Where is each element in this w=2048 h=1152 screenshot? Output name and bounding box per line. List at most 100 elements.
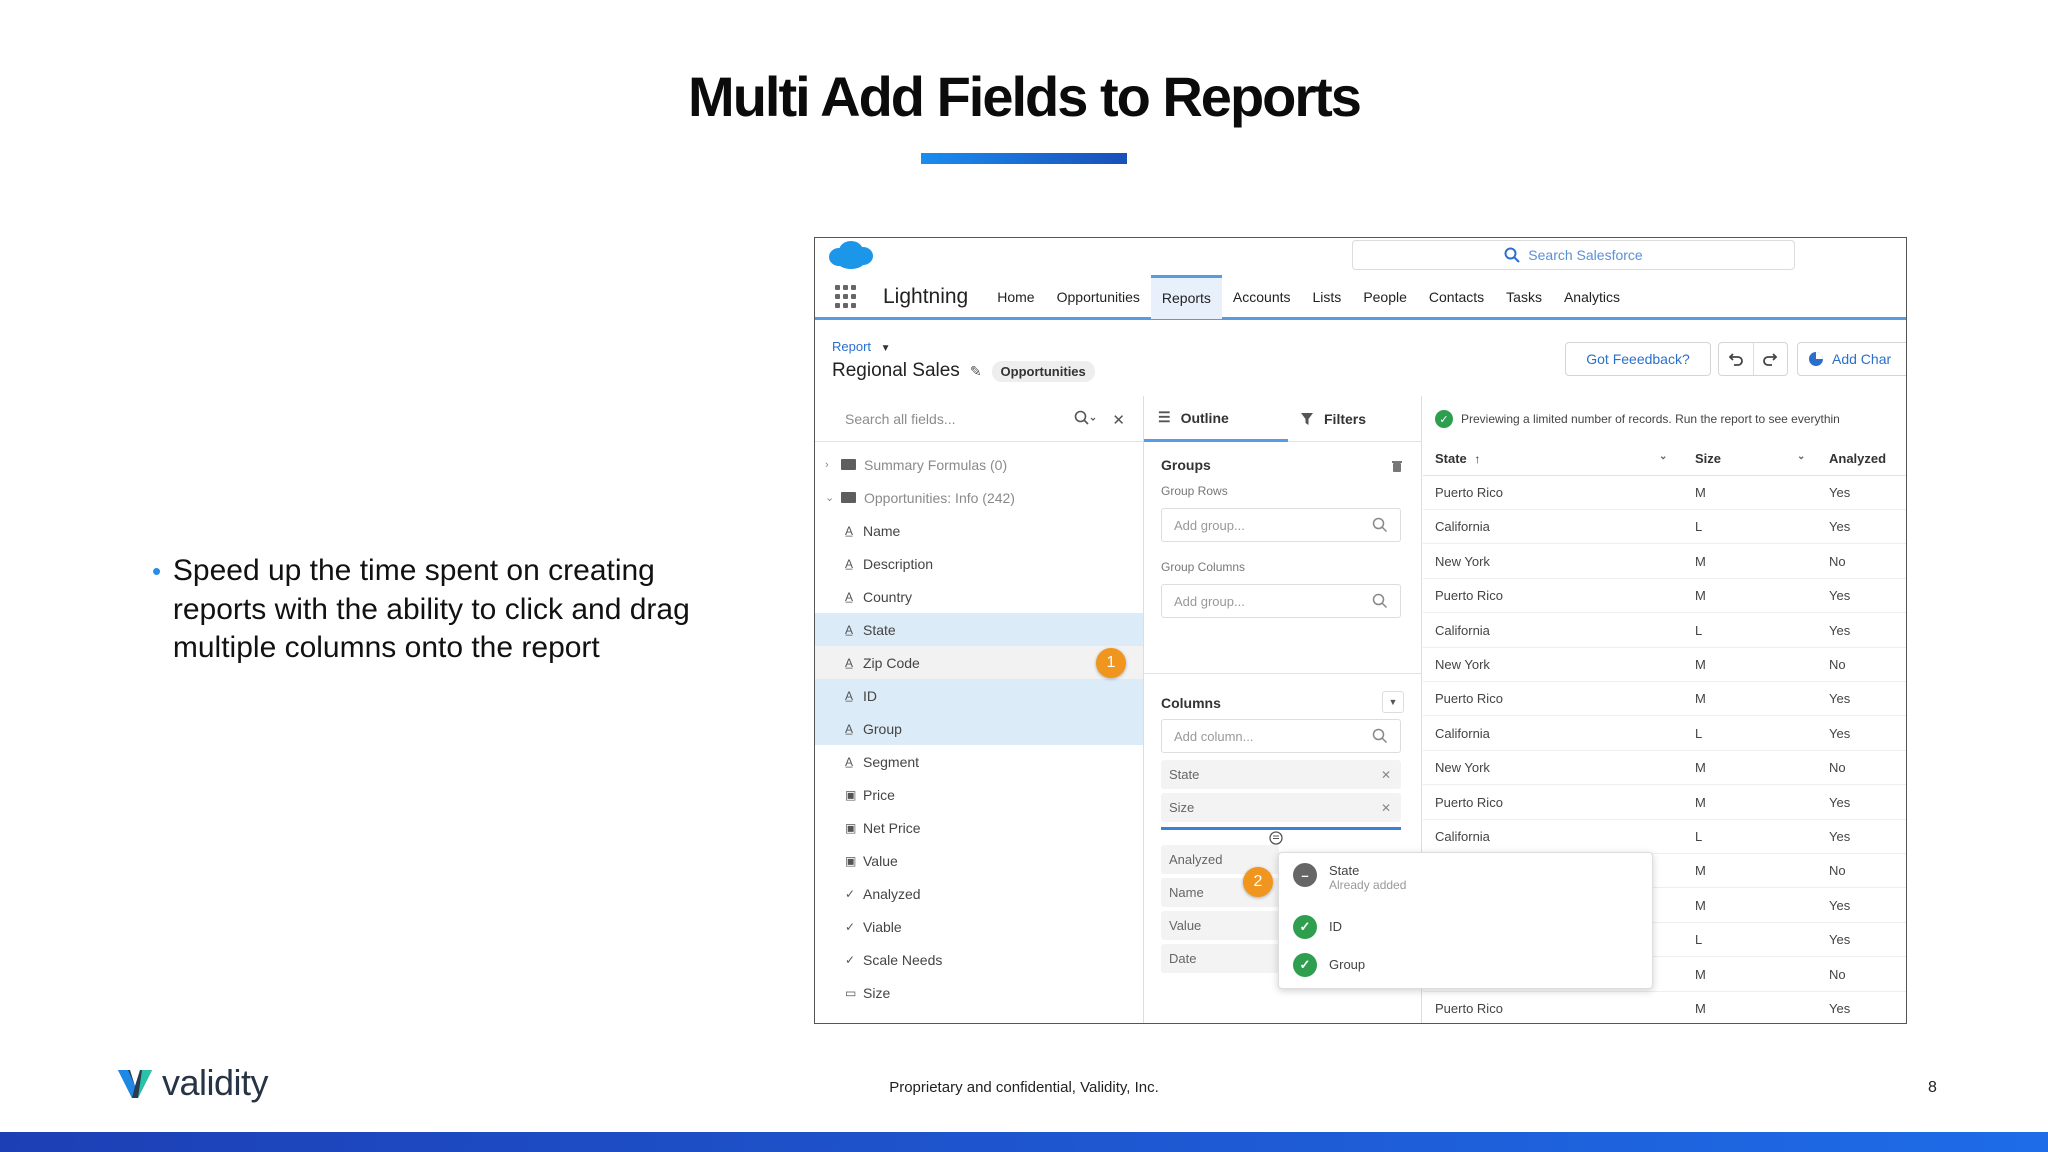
column-header-analyzed[interactable]: Analyzed (1829, 451, 1886, 466)
edit-pencil-icon[interactable]: ✎ (970, 363, 982, 380)
column-header-size[interactable]: Size (1695, 451, 1721, 466)
feedback-button[interactable]: Got Feeedback? (1565, 342, 1711, 376)
table-row: Puerto Rico M Yes (1423, 786, 1906, 820)
add-column-input[interactable]: Add column... (1161, 719, 1401, 753)
nav-item-opportunities[interactable]: Opportunities (1046, 275, 1151, 319)
field-item-state[interactable]: A̲ State (815, 613, 1143, 646)
cell-size: M (1695, 794, 1706, 810)
column-pill-state[interactable]: State ✕ (1161, 760, 1401, 789)
check-circle-icon: ✓ (1293, 953, 1317, 977)
popover-item-group: ✓ Group (1293, 953, 1365, 977)
nav-item-reports[interactable]: Reports (1150, 274, 1222, 319)
field-item-id[interactable]: A̲ ID (815, 679, 1143, 712)
column-pill-size[interactable]: Size ✕ (1161, 793, 1401, 822)
report-name: Regional Sales (832, 360, 960, 381)
group-columns-label: Group Columns (1161, 560, 1246, 574)
field-item-size[interactable]: ▭ Size (815, 976, 1143, 1009)
nav-item-accounts[interactable]: Accounts (1222, 275, 1302, 319)
field-search-input[interactable]: Search all fields... ✕ (815, 396, 1143, 442)
cell-state: California (1435, 622, 1490, 638)
field-item-zip-code[interactable]: A̲ Zip Code (815, 646, 1143, 679)
folder-icon (841, 492, 856, 503)
sort-up-icon: ↑ (1474, 452, 1481, 466)
text-icon: A̲ (845, 556, 854, 571)
folder-summary-formulas[interactable]: › Summary Formulas (0) (815, 448, 1143, 481)
search-icon[interactable] (1074, 410, 1096, 429)
columns-heading: Columns (1161, 695, 1221, 711)
chevron-down-icon[interactable]: ⌄ (1659, 451, 1667, 462)
nav-item-home[interactable]: Home (986, 275, 1045, 319)
drag-cursor-icon (1269, 831, 1283, 845)
search-icon (1372, 593, 1388, 609)
cell-state: New York (1435, 760, 1490, 776)
table-header: State ↑ ⌄ Size ⌄ Analyzed (1423, 442, 1906, 476)
nav-item-tasks[interactable]: Tasks (1495, 275, 1553, 319)
cell-analyzed: Yes (1829, 794, 1851, 810)
app-launcher-icon[interactable] (835, 284, 859, 309)
folder-opportunities-info[interactable]: ⌄ Opportunities: Info (242) (815, 481, 1143, 514)
field-item-segment[interactable]: A̲ Segment (815, 745, 1143, 778)
cell-size: M (1695, 553, 1706, 569)
section-divider (1144, 673, 1422, 674)
text-icon: A̲ (845, 622, 854, 637)
field-item-viable[interactable]: ✓ Viable (815, 910, 1143, 943)
app-name: Lightning (883, 284, 969, 308)
text-icon: A̲ (845, 754, 854, 769)
cell-state: Puerto Rico (1435, 1001, 1503, 1016)
redo-icon[interactable] (1754, 343, 1788, 375)
cell-analyzed: Yes (1829, 1001, 1851, 1016)
column-header-state[interactable]: State ↑ (1435, 451, 1480, 466)
cell-analyzed: No (1829, 553, 1846, 569)
check-circle-icon: ✓ (1293, 915, 1317, 939)
clear-icon[interactable]: ✕ (1112, 411, 1125, 429)
cell-size: L (1695, 519, 1703, 535)
nav-item-contacts[interactable]: Contacts (1418, 275, 1495, 319)
cell-state: California (1435, 829, 1490, 844)
minus-circle-icon: – (1293, 863, 1317, 887)
step-badge-1: 1 (1096, 648, 1126, 678)
field-item-price[interactable]: ▣ Price (815, 778, 1143, 811)
columns-menu-chevron-icon[interactable]: ▼ (1382, 691, 1404, 713)
report-breadcrumb[interactable]: Report ▼ (832, 339, 891, 354)
cell-analyzed: Yes (1829, 897, 1851, 913)
report-builder-screenshot: Search Salesforce Lightning Home Opportu… (814, 237, 1907, 1024)
group-columns-input[interactable]: Add group... (1161, 584, 1401, 618)
global-search-input[interactable]: Search Salesforce (1352, 240, 1795, 270)
remove-icon[interactable]: ✕ (1381, 801, 1391, 815)
add-chart-button[interactable]: Add Char (1797, 342, 1906, 376)
nav-bar: Lightning Home Opportunities Reports Acc… (815, 274, 1906, 320)
field-search-placeholder: Search all fields... (845, 410, 956, 427)
checkbox-icon: ✓ (845, 886, 856, 901)
report-type-pill: Opportunities (991, 360, 1095, 382)
tab-filters[interactable]: Filters (1288, 396, 1366, 442)
cell-analyzed: Yes (1829, 485, 1851, 500)
nav-item-lists[interactable]: Lists (1302, 275, 1353, 319)
tab-outline[interactable]: ☰ Outline (1144, 396, 1288, 442)
number-icon: ▣ (845, 820, 857, 835)
cell-state: New York (1435, 657, 1490, 672)
field-item-analyzed[interactable]: ✓ Analyzed (815, 877, 1143, 910)
text-icon: A̲ (845, 721, 854, 736)
cell-state: Puerto Rico (1435, 588, 1503, 604)
field-item-value[interactable]: ▣ Value (815, 844, 1143, 877)
field-item-country[interactable]: A̲ Country (815, 580, 1143, 613)
field-item-net-price[interactable]: ▣ Net Price (815, 811, 1143, 844)
remove-icon[interactable]: ✕ (1381, 768, 1391, 782)
field-item-description[interactable]: A̲ Description (815, 547, 1143, 580)
undo-icon[interactable] (1719, 343, 1754, 375)
nav-item-people[interactable]: People (1352, 275, 1418, 319)
report-label: Report (832, 339, 872, 354)
caret-down-icon: ▼ (880, 343, 891, 354)
field-item-scale-needs[interactable]: ✓ Scale Needs (815, 943, 1143, 976)
field-item-name[interactable]: A̲ Name (815, 514, 1143, 547)
table-row: California L Yes (1423, 614, 1906, 648)
nav-item-analytics[interactable]: Analytics (1553, 275, 1631, 319)
dragged-pill-date: Date (1161, 944, 1279, 973)
cell-size: M (1695, 485, 1706, 500)
chevron-down-icon[interactable]: ⌄ (1797, 451, 1805, 462)
field-item-group[interactable]: A̲ Group (815, 712, 1143, 745)
trash-icon[interactable] (1391, 460, 1403, 472)
chevron-down-icon: ⌄ (825, 492, 835, 504)
group-rows-input[interactable]: Add group... (1161, 508, 1401, 542)
cell-analyzed: Yes (1829, 932, 1851, 948)
